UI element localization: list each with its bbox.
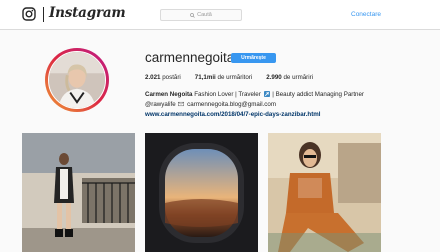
bio-email: carmennegoita.blog@gmail.com [187,101,276,108]
bio-line-2: @rawyalife carmennegoita.blog@gmail.com [145,100,364,110]
following-count: 2.990 [266,74,282,81]
posts-count: 2.021 [145,74,161,81]
bio-text: Fashion Lover | Traveler [194,91,261,98]
followers-stat[interactable]: 71,1mii de urmăritori [195,74,252,81]
airplane-window-photo-icon [145,133,258,252]
search-icon [190,12,195,18]
orange-suit-photo-icon [268,133,381,252]
following-stat[interactable]: 2.990 de urmăriri [266,74,313,81]
posts-label: postări [162,74,181,81]
top-navigation-bar: Instagram Caută Conectare [0,0,440,30]
avatar [48,51,106,109]
profile-username: carmennegoita [145,50,235,65]
avatar-story-ring[interactable] [45,48,109,112]
search-placeholder: Caută [197,12,212,18]
street-photo-icon [22,133,135,252]
profile-bio: Carmen Negoita Fashion Lover | Traveler … [145,90,364,120]
bio-line-1: Carmen Negoita Fashion Lover | Traveler … [145,90,364,100]
airplane-emoji-icon [263,91,270,97]
followers-label: de urmăritori [217,74,253,81]
mention-link[interactable]: @rawyalife [145,101,176,108]
post-thumbnail-street[interactable] [22,133,135,252]
profile-photo [49,52,105,108]
follow-button[interactable]: Urmărește [231,53,276,63]
post-thumbnail-orange-suit[interactable] [268,133,381,252]
login-link[interactable]: Conectare [351,11,381,18]
following-label: de urmăriri [283,74,314,81]
post-thumbnail-airplane-window[interactable] [145,133,258,252]
envelope-emoji-icon [178,101,185,107]
profile-stats: 2.021 postări 71,1mii de urmăritori 2.99… [145,74,327,81]
posts-stat: 2.021 postări [145,74,181,81]
bio-line-3: www.carmennegoita.com/2018/04/7-epic-day… [145,110,364,120]
instagram-camera-icon[interactable] [22,7,36,21]
website-link[interactable]: www.carmennegoita.com/2018/04/7-epic-day… [145,111,321,118]
full-name: Carmen Negoita [145,91,193,98]
bio-text-continued: | Beauty addict Managing Partner [272,91,364,98]
instagram-wordmark[interactable]: Instagram [49,5,126,21]
search-input[interactable]: Caută [160,9,242,21]
followers-count: 71,1mii [194,74,216,81]
logo-divider [43,7,44,22]
